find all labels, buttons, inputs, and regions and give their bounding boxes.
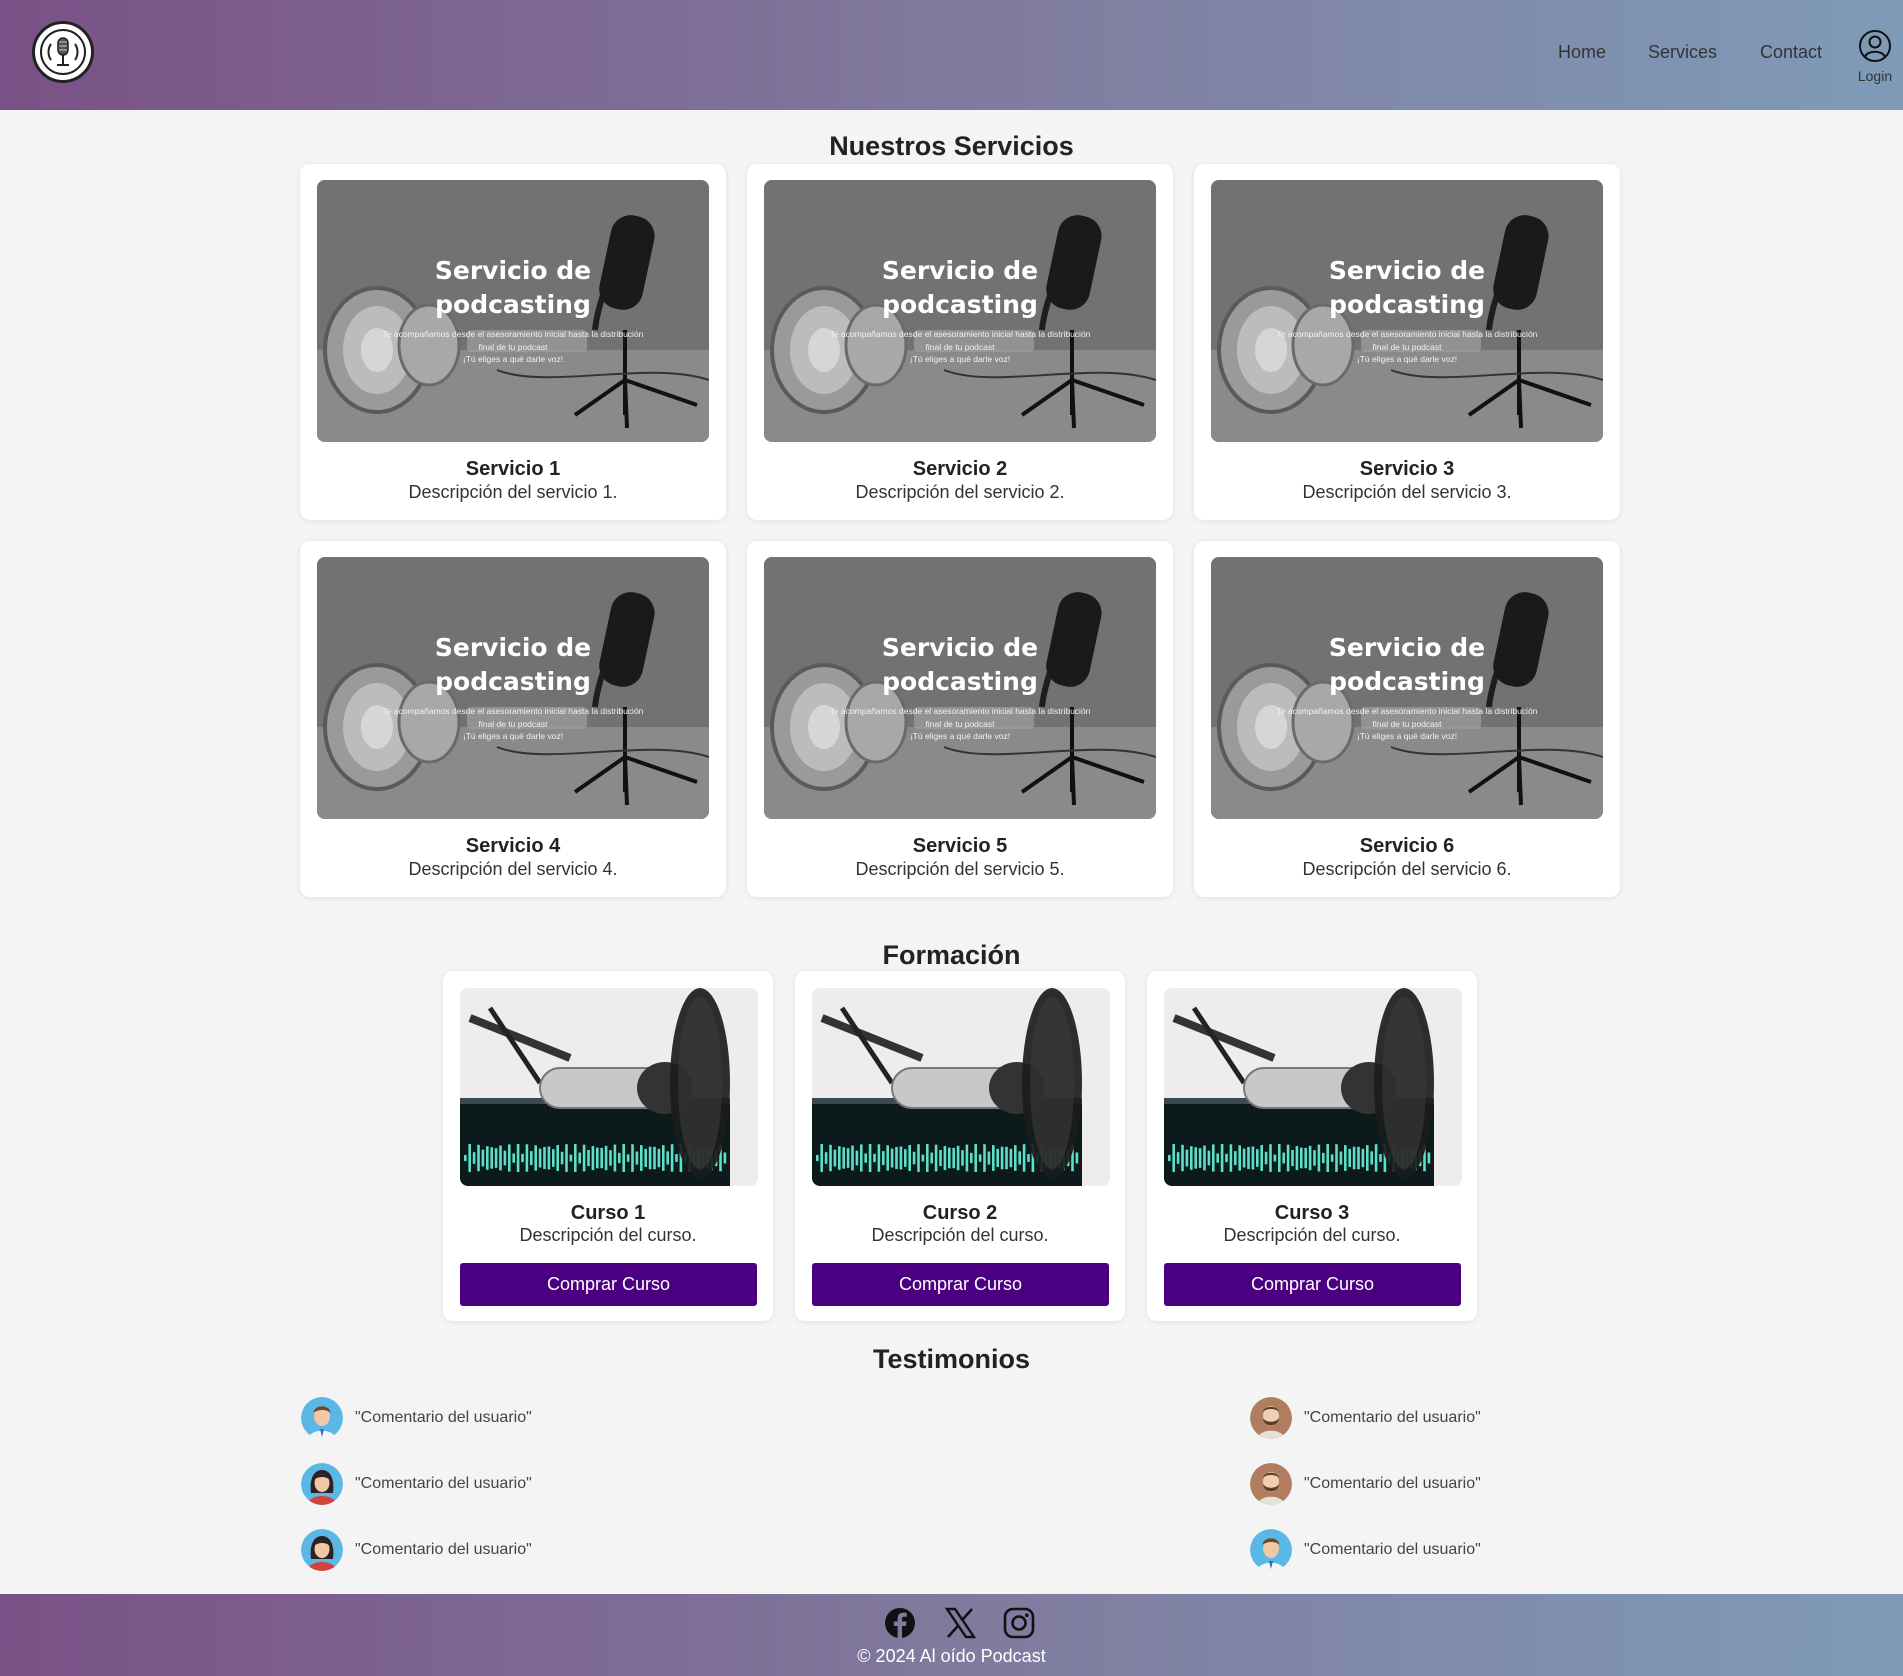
testimonial-text: "Comentario del usuario": [355, 1409, 532, 1426]
testimonial-item: "Comentario del usuario": [301, 1529, 532, 1571]
avatar: [301, 1529, 343, 1571]
service-card[interactable]: Servicio de podcasting Te acompañamos de…: [300, 164, 726, 520]
testimonial-text: "Comentario del usuario": [1304, 1475, 1481, 1492]
training-title: Formación: [882, 940, 1021, 970]
image-subtext: Te acompañamos desde el asesoramiento in…: [1276, 329, 1538, 364]
woman-avatar-icon: [301, 1463, 343, 1505]
site-footer: © 2024 Al oído Podcast: [0, 1594, 1903, 1676]
bearded-man-avatar-icon: [1250, 1463, 1292, 1505]
image-headline: Servicio de podcasting: [881, 633, 1039, 696]
microphone-studio-image: [1164, 988, 1462, 1186]
course-title: Curso 2: [922, 1202, 998, 1224]
course-title: Curso 3: [1274, 1202, 1350, 1224]
login-label[interactable]: Login: [1852, 68, 1898, 84]
testimonial-item: "Comentario del usuario": [301, 1397, 532, 1439]
testimonial-item: "Comentario del usuario": [1250, 1397, 1481, 1439]
service-title: Servicio 1: [465, 458, 561, 480]
buy-course-button[interactable]: Comprar Curso: [812, 1263, 1109, 1306]
image-subtext: Te acompañamos desde el asesoramiento in…: [382, 329, 644, 364]
copyright-text: © 2024 Al oído Podcast: [857, 1646, 1046, 1666]
avatar: [301, 1463, 343, 1505]
service-image: Servicio de podcasting Te acompañamos de…: [1211, 557, 1603, 819]
microphone-logo-icon: [40, 29, 86, 75]
bearded-man-avatar-icon: [1250, 1397, 1292, 1439]
service-card[interactable]: Servicio de podcasting Te acompañamos de…: [747, 164, 1173, 520]
image-headline: Servicio de podcasting: [1328, 633, 1486, 696]
image-subtext: Te acompañamos desde el asesoramiento in…: [382, 706, 644, 741]
login-button[interactable]: [1856, 29, 1894, 68]
avatar: [1250, 1397, 1292, 1439]
testimonial-text: "Comentario del usuario": [355, 1475, 532, 1492]
user-icon: [1859, 30, 1891, 62]
service-card[interactable]: Servicio de podcasting Te acompañamos de…: [1194, 541, 1620, 897]
course-card: Curso 3 Descripción del curso. Comprar C…: [1147, 971, 1477, 1321]
testimonial-text: "Comentario del usuario": [355, 1541, 532, 1558]
course-image: [460, 988, 758, 1186]
testimonial-text: "Comentario del usuario": [1304, 1409, 1481, 1426]
service-title: Servicio 6: [1359, 835, 1455, 857]
testimonial-text: "Comentario del usuario": [1304, 1541, 1481, 1558]
image-headline: Servicio de podcasting: [434, 633, 592, 696]
service-description: Descripción del servicio 6.: [1302, 859, 1512, 879]
image-headline: Servicio de podcasting: [434, 256, 592, 319]
microphone-studio-image: [460, 988, 758, 1186]
x-icon[interactable]: [943, 1606, 977, 1640]
course-description: Descripción del curso.: [519, 1225, 697, 1245]
service-title: Servicio 3: [1359, 458, 1455, 480]
service-title: Servicio 2: [912, 458, 1008, 480]
course-card: Curso 1 Descripción del curso. Comprar C…: [443, 971, 773, 1321]
image-headline: Servicio de podcasting: [881, 256, 1039, 319]
service-description: Descripción del servicio 5.: [855, 859, 1065, 879]
service-image: Servicio de podcasting Te acompañamos de…: [317, 557, 709, 819]
service-image: Servicio de podcasting Te acompañamos de…: [764, 557, 1156, 819]
service-description: Descripción del servicio 1.: [408, 482, 618, 502]
podcast-logo[interactable]: [32, 21, 94, 83]
image-subtext: Te acompañamos desde el asesoramiento in…: [829, 706, 1091, 741]
woman-avatar-icon: [301, 1529, 343, 1571]
testimonial-item: "Comentario del usuario": [1250, 1463, 1481, 1505]
course-image: [1164, 988, 1462, 1186]
avatar: [1250, 1463, 1292, 1505]
service-image: Servicio de podcasting Te acompañamos de…: [1211, 180, 1603, 442]
service-description: Descripción del servicio 2.: [855, 482, 1065, 502]
testimonials-title: Testimonios: [872, 1344, 1031, 1374]
testimonial-item: "Comentario del usuario": [301, 1463, 532, 1505]
service-image: Servicio de podcasting Te acompañamos de…: [764, 180, 1156, 442]
service-card[interactable]: Servicio de podcasting Te acompañamos de…: [1194, 164, 1620, 520]
course-card: Curso 2 Descripción del curso. Comprar C…: [795, 971, 1125, 1321]
nav-contact-link[interactable]: Contact: [1760, 42, 1822, 63]
course-image: [812, 988, 1110, 1186]
service-card[interactable]: Servicio de podcasting Te acompañamos de…: [300, 541, 726, 897]
testimonial-item: "Comentario del usuario": [1250, 1529, 1481, 1571]
microphone-studio-image: [812, 988, 1110, 1186]
course-description: Descripción del curso.: [1223, 1225, 1401, 1245]
course-description: Descripción del curso.: [871, 1225, 1049, 1245]
services-title: Nuestros Servicios: [829, 131, 1074, 161]
image-headline: Servicio de podcasting: [1328, 256, 1486, 319]
image-subtext: Te acompañamos desde el asesoramiento in…: [1276, 706, 1538, 741]
instagram-icon[interactable]: [1002, 1606, 1036, 1640]
facebook-icon[interactable]: [883, 1606, 917, 1640]
service-description: Descripción del servicio 4.: [408, 859, 618, 879]
nav-services-link[interactable]: Services: [1648, 42, 1717, 63]
image-subtext: Te acompañamos desde el asesoramiento in…: [829, 329, 1091, 364]
avatar: [301, 1397, 343, 1439]
service-card[interactable]: Servicio de podcasting Te acompañamos de…: [747, 541, 1173, 897]
nav-home-link[interactable]: Home: [1558, 42, 1606, 63]
buy-course-button[interactable]: Comprar Curso: [460, 1263, 757, 1306]
avatar: [1250, 1529, 1292, 1571]
site-header: Home Services Contact Login: [0, 0, 1903, 110]
buy-course-button[interactable]: Comprar Curso: [1164, 1263, 1461, 1306]
service-image: Servicio de podcasting Te acompañamos de…: [317, 180, 709, 442]
course-title: Curso 1: [570, 1202, 646, 1224]
service-title: Servicio 5: [912, 835, 1008, 857]
service-title: Servicio 4: [465, 835, 561, 857]
man-avatar-icon: [301, 1397, 343, 1439]
man-avatar-icon: [1250, 1529, 1292, 1571]
service-description: Descripción del servicio 3.: [1302, 482, 1512, 502]
